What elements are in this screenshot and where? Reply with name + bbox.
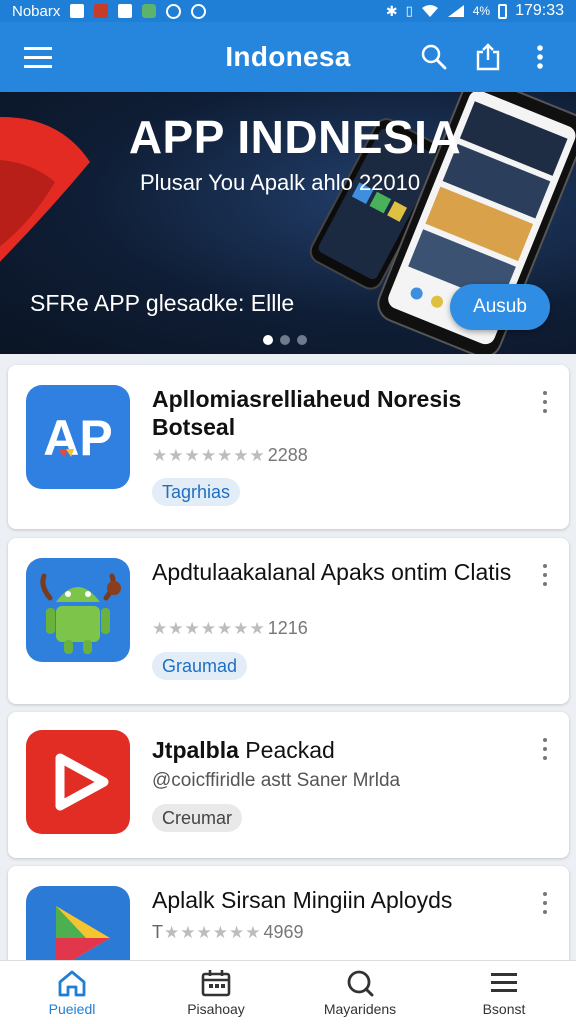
app-rating: ★ ★ ★ ★ ★ ★ ★ 2288 (152, 445, 308, 466)
star-icon: ★ (152, 445, 168, 465)
nav-label: Bsonst (482, 1000, 526, 1017)
app-icon-text: AP (43, 410, 112, 466)
rating-count: 2288 (267, 445, 308, 465)
ap-logo-icon: AP (26, 385, 130, 489)
category-chip[interactable]: Creumar (152, 804, 243, 832)
overflow-menu-button[interactable] (516, 22, 564, 92)
battery-percent: 4% (472, 4, 491, 18)
star-icon: ★ (168, 618, 184, 638)
status-bar: Nobarx ✱ ▯ 4% 179:33 (0, 0, 576, 22)
star-icon: ★ (249, 445, 265, 465)
star-icon: ★ (152, 618, 168, 638)
bluetooth-icon: ✱ (385, 2, 398, 19)
search-circle-icon (347, 970, 374, 996)
rating-count: 1216 (267, 618, 308, 638)
banner-subheadline: Plusar You Apalk ahlo 22010 (140, 170, 421, 195)
search-icon (421, 44, 447, 70)
menu-lines-icon (491, 972, 517, 992)
star-icon: ★ (168, 445, 184, 465)
star-icon: ★ (164, 922, 180, 942)
share-button[interactable] (464, 22, 512, 92)
signal-icon (447, 5, 464, 17)
more-vert-icon[interactable] (541, 892, 549, 914)
bottom-navigation: Pueiedl Pisahoay Mayaridens Bsonst (0, 960, 576, 1024)
nav-item-search[interactable]: Mayaridens (288, 961, 432, 1024)
category-chip[interactable]: Graumad (152, 652, 248, 680)
app-name-rest: Peackad (238, 737, 335, 763)
app-name[interactable]: Jtpalbla Peackad (152, 736, 532, 764)
star-icon: ★ (184, 618, 200, 638)
star-icon: ★ (217, 618, 233, 638)
app-name[interactable]: Aplalk Sirsan Mingiin Aployds (152, 886, 532, 914)
carrier-label: Nobarx (12, 2, 61, 20)
star-icon: ★ (229, 922, 245, 942)
app-list-item[interactable]: Apdtulaakalanal Apaks ontim Clatis ★ ★ ★… (8, 538, 569, 704)
star-icon: ★ (212, 922, 228, 942)
app-rating: T ★ ★ ★ ★ ★ ★ 4969 (152, 922, 304, 943)
calendar-icon (201, 969, 231, 996)
app-notification-icon (94, 4, 109, 18)
promo-banner[interactable]: APP INDNESIA Plusar You Apalk ahlo 22010… (0, 92, 576, 354)
carousel-indicator[interactable] (263, 335, 307, 345)
app-list-item[interactable]: AP Apllomiasrelliaheud Noresis Botseal ★… (8, 365, 569, 529)
more-vert-icon (537, 45, 543, 69)
star-icon: ★ (200, 618, 216, 638)
search-button[interactable] (410, 22, 458, 92)
banner-tagline: SFRe APP glesadke: Ellle (30, 290, 295, 316)
banner-cta-button[interactable]: Ausub (450, 284, 550, 330)
app-name[interactable]: Apdtulaakalanal Apaks ontim Clatis (152, 558, 532, 586)
star-icon: ★ (233, 445, 249, 465)
star-icon: ★ (233, 618, 249, 638)
nav-label: Mayaridens (323, 1000, 397, 1017)
rating-count: 4969 (263, 922, 304, 942)
star-icon: ★ (200, 445, 216, 465)
more-vert-icon[interactable] (541, 391, 549, 413)
more-vert-icon[interactable] (541, 564, 549, 586)
app-subtitle: @coicffiridle astt Saner Mrlda (152, 770, 401, 791)
circle-notification-icon (191, 3, 207, 19)
nav-item-calendar[interactable]: Pisahoay (144, 961, 288, 1024)
android-notification-icon (142, 4, 157, 18)
app-list-item[interactable]: Jtpalbla Peackad @coicffiridle astt Sane… (8, 712, 569, 858)
home-icon (58, 970, 86, 996)
nav-item-home[interactable]: Pueiedl (0, 961, 144, 1024)
share-icon (476, 43, 500, 71)
banner-headline: APP INDNESIA (128, 111, 462, 163)
star-icon: ★ (217, 445, 233, 465)
app-rating: ★ ★ ★ ★ ★ ★ ★ 1216 (152, 618, 308, 639)
carousel-dot-2[interactable] (280, 335, 290, 345)
sync-icon (166, 3, 182, 19)
rating-prefix: T (152, 922, 163, 942)
star-icon: ★ (245, 922, 261, 942)
wifi-icon (421, 5, 438, 17)
star-icon: ★ (184, 445, 200, 465)
vibrate-icon: ▯ (405, 3, 413, 18)
nav-label: Pueiedl (48, 1000, 96, 1017)
more-vert-icon[interactable] (541, 738, 549, 760)
battery-icon (498, 3, 508, 19)
notification-icon (70, 4, 85, 18)
nav-label: Pisahoay (187, 1000, 245, 1017)
app-bar: Indonesa (0, 22, 576, 92)
app-name-bold: Jtpalbla (152, 737, 239, 763)
category-chip[interactable]: Tagrhias (152, 478, 241, 506)
star-icon: ★ (180, 922, 196, 942)
clock: 179:33 (515, 2, 564, 19)
carousel-dot-3[interactable] (297, 335, 307, 345)
play-button-icon (26, 730, 130, 834)
carousel-dot-1[interactable] (263, 335, 273, 345)
app-name[interactable]: Apllomiasrelliaheud Noresis Botseal (152, 385, 532, 441)
star-icon: ★ (249, 618, 265, 638)
nav-item-menu[interactable]: Bsonst (432, 961, 576, 1024)
android-robot-icon (26, 558, 130, 662)
star-icon: ★ (196, 922, 212, 942)
bookmark-icon (118, 4, 133, 18)
